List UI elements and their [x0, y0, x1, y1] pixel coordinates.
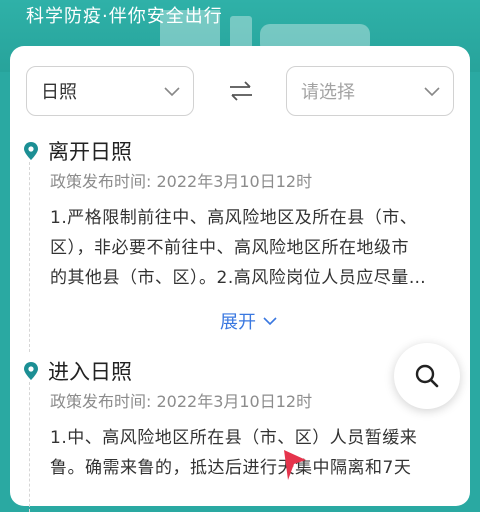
policy-date: 政策发布时间: 2022年3月10日12时	[50, 172, 313, 191]
policy-date: 政策发布时间: 2022年3月10日12时	[50, 392, 313, 411]
policy-line: 1.严格限制前往中、高风险地区及所在县（市、	[50, 208, 418, 228]
chevron-down-icon	[164, 87, 180, 97]
policy-line: 鲁。确需来鲁的，抵达后进行天集中隔离和7天	[50, 458, 412, 478]
section-title-text: 离开日照	[48, 140, 132, 164]
location-pin-icon	[24, 142, 38, 160]
origin-city-select[interactable]: 日照	[26, 66, 194, 116]
search-fab-button[interactable]	[394, 343, 460, 409]
chevron-down-icon	[424, 87, 440, 97]
expand-button[interactable]: 展开	[220, 308, 278, 334]
destination-city-select[interactable]: 请选择	[286, 66, 454, 116]
chevron-down-icon	[263, 317, 277, 326]
section-title-text: 进入日照	[48, 360, 132, 384]
policy-text: 1.严格限制前往中、高风险地区及所在县（市、 区），非必要不前往中、高风险地区所…	[50, 203, 458, 293]
policy-line: 1.中、高风险地区所在县（市、区）人员暂缓来	[50, 428, 418, 448]
destination-city-placeholder: 请选择	[301, 82, 355, 103]
origin-city-value: 日照	[41, 82, 77, 103]
swap-arrows-icon[interactable]	[228, 80, 254, 102]
policy-card: 日照 请选择 离开日照 政策发布时间: 2022年3月10日12时 1.严格限制…	[10, 46, 470, 512]
policy-line: 区），非必要不前往中、高风险地区所在地级市	[50, 238, 409, 258]
section-enter-title: 进入日照	[24, 356, 132, 386]
policy-text: 1.中、高风险地区所在县（市、区）人员暂缓来 鲁。确需来鲁的，抵达后进行天集中隔…	[50, 423, 458, 483]
timeline-divider	[29, 162, 30, 352]
timeline-divider	[29, 382, 30, 512]
policy-line: 的其他县（市、区）。2.高风险岗位人员应尽量…	[50, 268, 427, 288]
section-leave-title: 离开日照	[24, 136, 132, 166]
location-pin-icon	[24, 362, 38, 380]
search-icon	[415, 364, 439, 388]
pointer-cursor-icon	[284, 450, 306, 480]
expand-label: 展开	[220, 312, 256, 333]
